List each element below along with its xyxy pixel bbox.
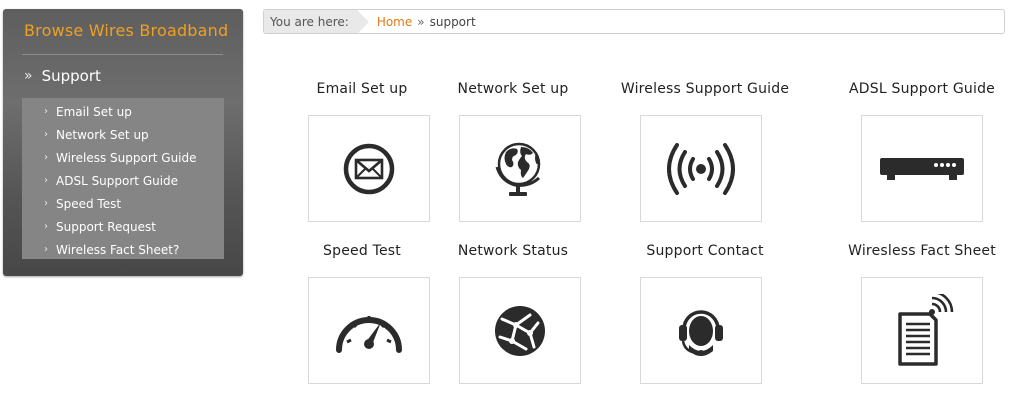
sidebar-item-label: Wireless Fact Sheet?	[56, 242, 180, 257]
chevron-right-icon: ›	[44, 152, 48, 163]
chevron-right-icon: ›	[44, 175, 48, 186]
breadcrumb-separator: »	[417, 14, 425, 29]
network-globe-icon	[495, 305, 545, 356]
tile-label-support-contact: Support Contact	[646, 243, 764, 259]
chevron-right-icon: ›	[44, 106, 48, 117]
sidebar-item-speed-test[interactable]: › Speed Test	[22, 192, 224, 215]
tile-label-wireless-fact-sheet: Wiresless Fact Sheet	[848, 243, 996, 259]
tile-label-network-setup: Network Set up	[457, 81, 569, 97]
sidebar-item-label: Wireless Support Guide	[56, 150, 197, 165]
sidebar-section-support[interactable]: » Support	[24, 67, 101, 85]
sidebar-divider	[22, 54, 223, 55]
sidebar-item-label: Email Set up	[56, 104, 132, 119]
speedometer-icon	[336, 315, 402, 353]
document-wireless-icon	[898, 293, 954, 366]
tile-network-setup[interactable]	[459, 115, 581, 222]
tile-wireless-support-guide[interactable]	[640, 115, 762, 222]
tile-label-adsl-support-guide: ADSL Support Guide	[849, 81, 995, 97]
tile-speed-test[interactable]	[308, 277, 430, 384]
sidebar-item-label: Speed Test	[56, 196, 122, 211]
tile-label-network-status: Network Status	[457, 243, 569, 259]
sidebar-section-label: Support	[41, 67, 101, 85]
tile-support-contact[interactable]	[640, 277, 762, 384]
modem-icon	[880, 157, 964, 180]
chevron-right-icon: ›	[44, 198, 48, 209]
tile-wireless-fact-sheet[interactable]	[861, 277, 983, 384]
sidebar-submenu: › Email Set up › Network Set up › Wireless …	[22, 98, 224, 259]
tile-label-wireless-support-guide: Wireless Support Guide	[620, 81, 790, 97]
sidebar-item-wireless-fact-sheet[interactable]: › Wireless Fact Sheet?	[22, 238, 224, 261]
envelope-icon	[343, 143, 395, 194]
chevron-right-icon: ›	[44, 129, 48, 140]
breadcrumb-home-link[interactable]: Home	[377, 15, 412, 29]
breadcrumb: You are here: Home » support	[263, 9, 1005, 34]
sidebar-item-wireless-support-guide[interactable]: › Wireless Support Guide	[22, 146, 224, 169]
tile-adsl-support-guide[interactable]	[861, 115, 983, 222]
breadcrumb-lead: You are here:	[264, 10, 369, 33]
sidebar-item-label: Network Set up	[56, 127, 149, 142]
tile-network-status[interactable]	[459, 277, 581, 384]
sidebar-item-label: Support Request	[56, 219, 156, 234]
sidebar-item-support-request[interactable]: › Support Request	[22, 215, 224, 238]
sidebar: Browse Wires Broadband » Support › Email …	[3, 9, 243, 276]
sidebar-item-email-setup[interactable]: › Email Set up	[22, 100, 224, 123]
sidebar-item-adsl-support-guide[interactable]: › ADSL Support Guide	[22, 169, 224, 192]
breadcrumb-current: support	[429, 14, 476, 29]
sidebar-title: Browse Wires Broadband	[24, 21, 229, 40]
tile-label-speed-test: Speed Test	[323, 243, 401, 259]
wireless-signal-icon	[667, 142, 735, 195]
tile-label-email-setup: Email Set up	[316, 81, 408, 97]
double-chevron-right-icon: »	[24, 68, 33, 84]
sidebar-item-label: ADSL Support Guide	[56, 173, 179, 188]
chevron-right-icon: ›	[44, 244, 48, 255]
chevron-right-icon: ›	[44, 221, 48, 232]
headset-icon	[679, 309, 723, 356]
sidebar-item-network-setup[interactable]: › Network Set up	[22, 123, 224, 146]
globe-icon	[495, 142, 541, 196]
tile-email-setup[interactable]	[308, 115, 430, 222]
